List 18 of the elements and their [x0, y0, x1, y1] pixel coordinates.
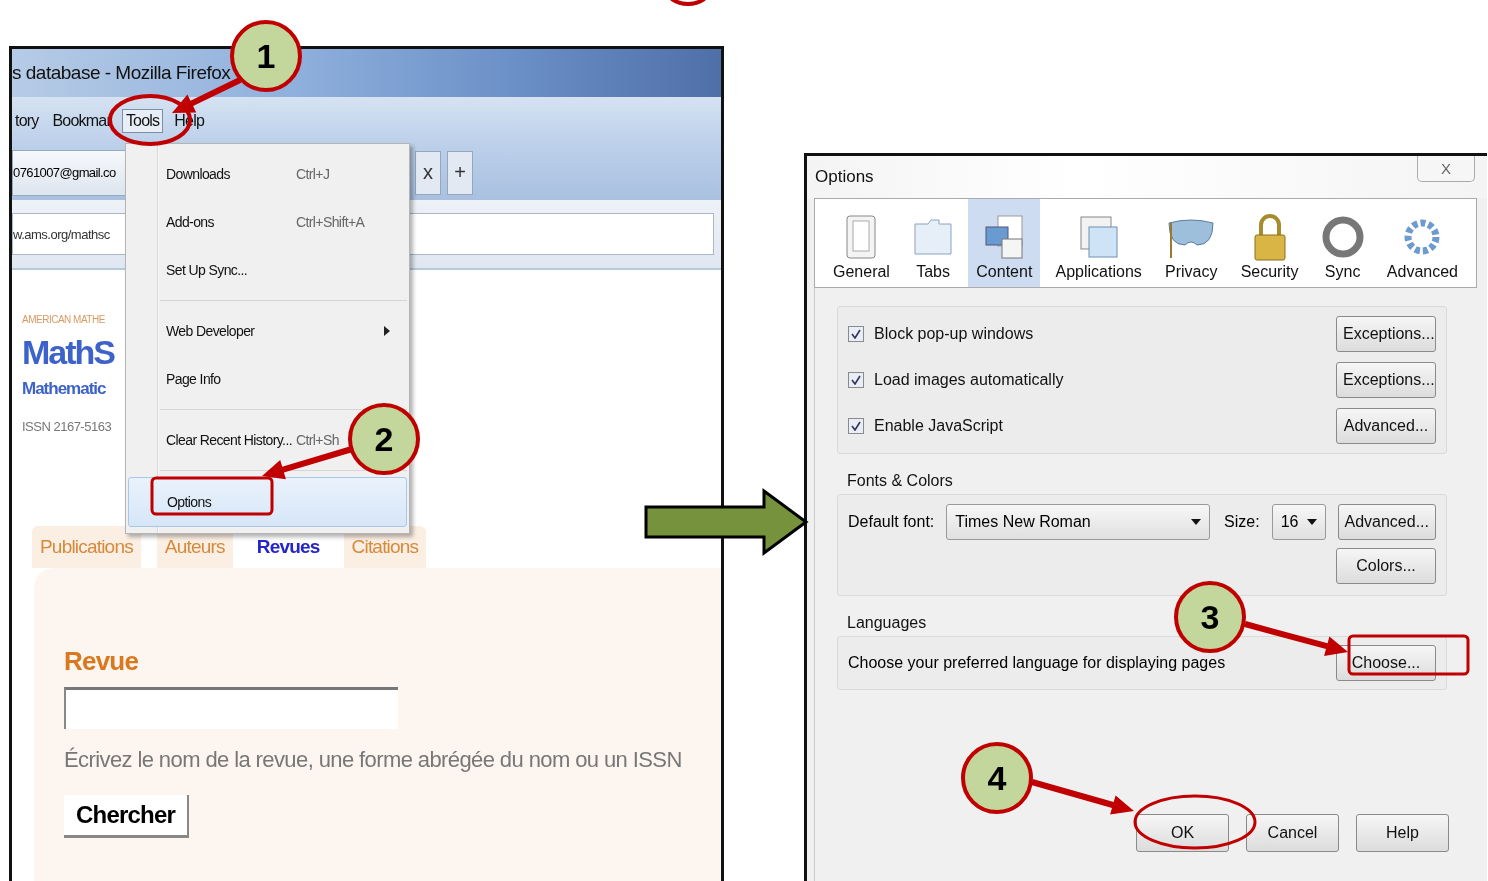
field-label: Revue [64, 646, 139, 677]
field-hint: Écrivez le nom de la revue, une forme abrégée du nom ou un ISSN [64, 747, 682, 773]
field-label: Size: [1224, 513, 1260, 531]
description-text: Choose your preferred language for displaying pages [848, 654, 1226, 672]
checkbox-label: Block pop-up windows [874, 325, 1034, 343]
tab-label: 0761007@gmail.co [13, 165, 116, 180]
group-title: Languages [847, 614, 927, 632]
field-label: Default font: [848, 513, 935, 531]
issn-text: ISSN 2167-5163 [22, 419, 113, 434]
dialog-title: Options [815, 167, 874, 187]
window-title: s database - Mozilla Firefox [12, 62, 231, 84]
publisher-name: AMERICAN MATHE [22, 314, 106, 325]
journal-subtitle: Mathematic [22, 379, 107, 399]
checkbox-label: Enable JavaScript [874, 417, 1003, 435]
step-number-badge: 1 [230, 20, 302, 92]
checkbox-label: Load images automatically [874, 371, 1064, 389]
group-title: Fonts & Colors [847, 472, 953, 490]
journal-logo: MathS [22, 332, 116, 373]
